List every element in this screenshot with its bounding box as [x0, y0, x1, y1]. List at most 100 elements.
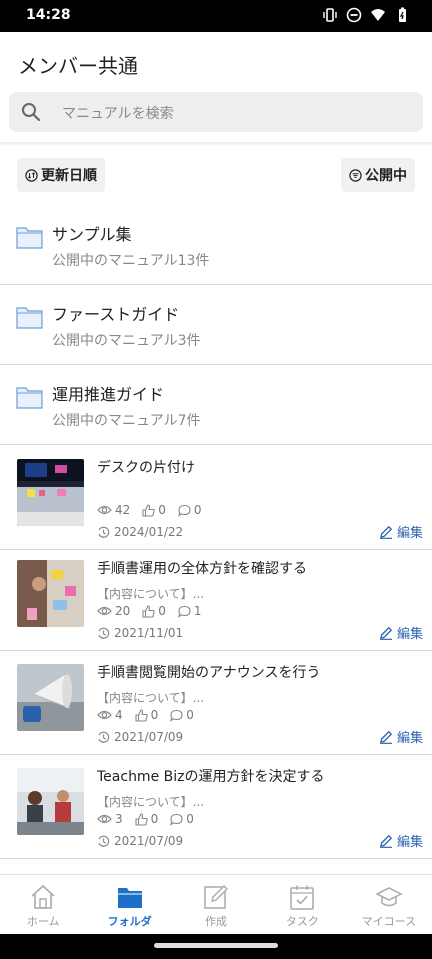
comments-stat: 0: [170, 708, 194, 722]
likes-count: 0: [158, 503, 166, 517]
tab-my-course[interactable]: マイコース: [346, 875, 432, 934]
folder-name: ファーストガイド: [52, 305, 180, 324]
likes-stat: 0: [142, 503, 166, 517]
history-icon: [98, 835, 110, 847]
manual-item[interactable]: 手順書運用の全体方針を確認する 【内容について】... 20 0 1 2021/…: [0, 547, 432, 651]
likes-stat: 0: [142, 604, 166, 618]
pencil-icon: [379, 834, 393, 848]
folder-icon: [117, 888, 142, 908]
likes-count: 0: [158, 604, 166, 618]
manual-date: 2024/01/22: [97, 525, 183, 539]
manual-stats: 3 0 0: [97, 812, 194, 826]
thumbs-up-icon: [142, 604, 155, 618]
tab-folder[interactable]: フォルダ: [86, 875, 172, 934]
header-divider: [0, 142, 432, 146]
manual-date: 2021/07/09: [97, 834, 183, 848]
sort-label: 更新日順: [41, 168, 97, 184]
page-title: メンバー共通: [18, 54, 138, 78]
history-icon: [98, 731, 110, 743]
tab-home-label: ホーム: [26, 915, 60, 928]
manual-title: Teachme Bizの運用方針を決定する: [97, 769, 325, 785]
folder-name: 運用推進ガイド: [52, 385, 165, 404]
folder-item[interactable]: ファーストガイド 公開中のマニュアル3件: [0, 285, 432, 365]
comments-stat: 0: [170, 812, 194, 826]
manual-thumbnail: [17, 560, 84, 627]
folder-name: サンプル集: [52, 225, 132, 244]
edit-button[interactable]: 編集: [379, 831, 423, 850]
comments-count: 0: [193, 503, 202, 517]
status-icons: [322, 7, 410, 23]
home-gesture-handle[interactable]: [154, 943, 278, 948]
likes-count: 0: [150, 708, 159, 722]
date-text: 2021/07/09: [114, 834, 184, 848]
graduation-cap-icon: [375, 887, 403, 907]
eye-icon: [97, 505, 112, 515]
search-bar[interactable]: マニュアルを検索: [9, 92, 423, 132]
search-input[interactable]: マニュアルを検索: [62, 103, 174, 123]
views-count: 3: [115, 812, 123, 826]
tab-task[interactable]: タスク: [259, 875, 345, 934]
manual-stats: 4 0 0: [97, 708, 194, 722]
search-icon: [21, 102, 41, 122]
folder-icon: [16, 305, 43, 329]
eye-icon: [97, 814, 112, 824]
views-stat: 42: [97, 503, 130, 517]
date-text: 2024/01/22: [114, 525, 184, 539]
edit-label: 編集: [396, 627, 423, 642]
manual-title: デスクの片付け: [97, 460, 195, 476]
manual-stats: 20 0 1: [97, 604, 202, 618]
views-count: 4: [115, 708, 123, 722]
dnd-icon: [346, 7, 362, 23]
comments-count: 1: [193, 604, 202, 618]
status-filter-button[interactable]: 公開中: [341, 158, 415, 192]
pencil-icon: [379, 525, 393, 539]
battery-icon: [394, 7, 410, 23]
status-bar: 14:28: [0, 0, 432, 32]
tab-home[interactable]: ホーム: [0, 875, 86, 934]
tab-create[interactable]: 作成: [173, 875, 259, 934]
comments-stat: 1: [177, 604, 202, 618]
tab-folder-label: フォルダ: [107, 915, 152, 928]
comment-icon: [177, 605, 191, 618]
sort-icon: [25, 168, 38, 182]
wifi-icon: [370, 7, 386, 23]
manual-title: 手順書運用の全体方針を確認する: [97, 561, 307, 577]
pencil-icon: [379, 730, 393, 744]
manual-item[interactable]: Teachme Bizの運用方針を決定する 【内容について】... 3 0 0 …: [0, 755, 432, 859]
tab-create-label: 作成: [205, 915, 228, 928]
edit-button[interactable]: 編集: [379, 522, 423, 541]
history-icon: [98, 627, 110, 639]
bottom-tab-bar: ホーム フォルダ 作成 タスク マイコース: [0, 874, 432, 934]
history-icon: [98, 526, 110, 538]
manual-date: 2021/11/01: [97, 626, 183, 640]
manual-item[interactable]: 手順書閲覧開始のアナウンスを行う 【内容について】... 4 0 0 2021/…: [0, 651, 432, 755]
task-icon: [290, 885, 315, 910]
folder-count: 公開中のマニュアル3件: [52, 333, 201, 349]
edit-button[interactable]: 編集: [379, 623, 423, 642]
eye-icon: [97, 710, 112, 720]
manual-thumbnail: [17, 664, 84, 731]
folder-item[interactable]: サンプル集 公開中のマニュアル13件: [0, 205, 432, 285]
folder-item[interactable]: 運用推進ガイド 公開中のマニュアル7件: [0, 365, 432, 445]
manual-item[interactable]: デスクの片付け 42 0 0 2024/01/22 編集: [0, 446, 432, 550]
date-text: 2021/11/01: [114, 626, 184, 640]
vibrate-icon: [322, 7, 338, 23]
sort-button[interactable]: 更新日順: [17, 158, 105, 192]
views-count: 20: [115, 604, 131, 618]
views-stat: 20: [97, 604, 130, 618]
edit-label: 編集: [396, 526, 423, 541]
eye-icon: [97, 606, 112, 616]
manual-thumbnail: [17, 459, 84, 526]
system-nav-bar: [0, 934, 432, 959]
comment-icon: [170, 709, 183, 722]
folder-icon: [16, 385, 43, 409]
edit-button[interactable]: 編集: [379, 727, 423, 746]
comments-count: 0: [186, 812, 194, 826]
views-stat: 3: [97, 812, 123, 826]
manual-summary: 【内容について】...: [97, 691, 205, 705]
thumbs-up-icon: [142, 503, 155, 517]
edit-label: 編集: [396, 835, 423, 850]
comments-stat: 0: [177, 503, 202, 517]
status-filter-label: 公開中: [365, 168, 407, 184]
tab-my-course-label: マイコース: [361, 915, 417, 928]
